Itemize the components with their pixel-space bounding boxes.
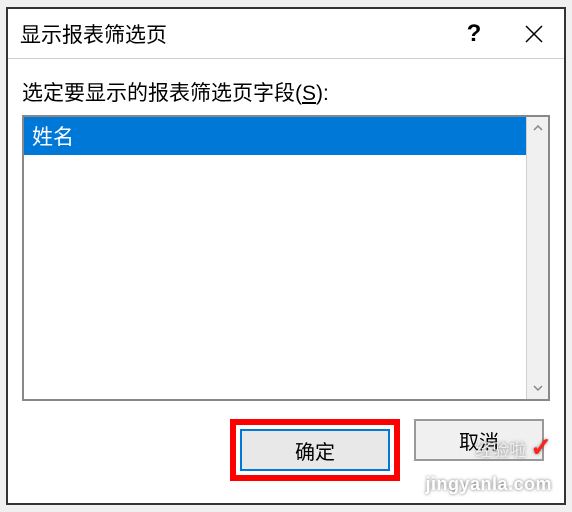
filter-field-listbox[interactable]: 姓名 bbox=[24, 117, 526, 399]
chevron-down-icon bbox=[533, 385, 543, 391]
scroll-down-button[interactable] bbox=[527, 377, 548, 399]
scroll-up-button[interactable] bbox=[527, 117, 548, 139]
help-button[interactable]: ? bbox=[444, 9, 504, 59]
ok-button[interactable]: 确定 bbox=[240, 429, 390, 471]
field-label: 选定要显示的报表筛选页字段(S): bbox=[22, 77, 550, 107]
ok-button-highlight: 确定 bbox=[230, 419, 400, 481]
button-row: 确定 取消 bbox=[22, 419, 550, 489]
filter-pages-dialog: 显示报表筛选页 ? 选定要显示的报表筛选页字段(S): 姓名 bbox=[6, 7, 566, 505]
cancel-button[interactable]: 取消 bbox=[414, 419, 544, 461]
titlebar: 显示报表筛选页 ? bbox=[8, 9, 564, 59]
dialog-content: 选定要显示的报表筛选页字段(S): 姓名 bbox=[8, 59, 564, 503]
list-item[interactable]: 姓名 bbox=[24, 117, 526, 155]
close-icon bbox=[524, 24, 544, 44]
chevron-up-icon bbox=[533, 125, 543, 131]
close-button[interactable] bbox=[504, 9, 564, 59]
listbox-container: 姓名 bbox=[22, 115, 550, 401]
dialog-title: 显示报表筛选页 bbox=[20, 19, 444, 49]
scrollbar[interactable] bbox=[526, 117, 548, 399]
